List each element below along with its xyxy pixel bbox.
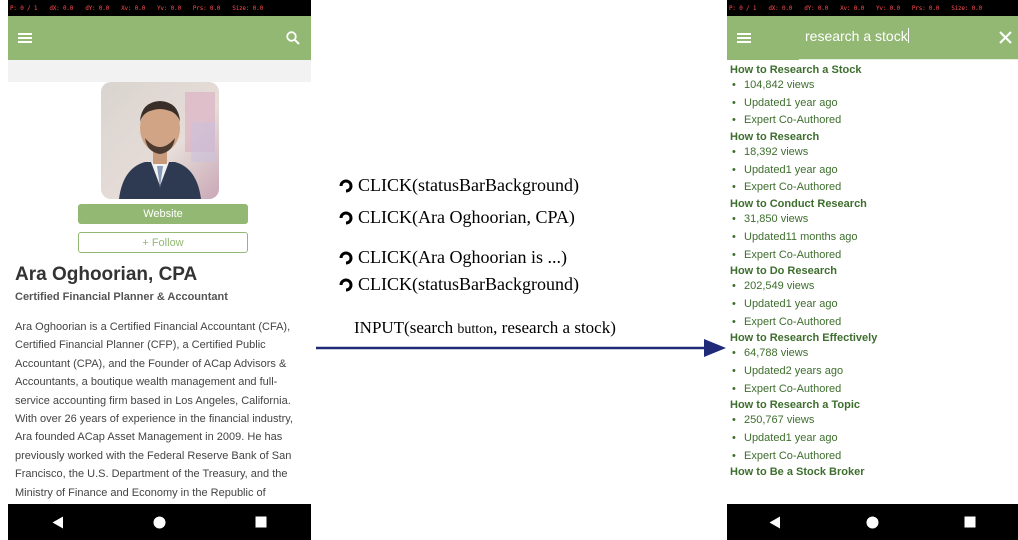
- result-views: 250,767 views: [730, 412, 1015, 430]
- app-bar: [8, 16, 311, 60]
- transition-arrow-icon: [316, 339, 726, 357]
- search-input[interactable]: research a stock: [805, 28, 909, 44]
- result-title[interactable]: How to Conduct Research: [730, 197, 1015, 211]
- action-item: CLICK(statusBarBackground): [338, 274, 579, 295]
- hamburger-icon[interactable]: [737, 33, 751, 43]
- profile-bio[interactable]: Ara Oghoorian is a Certified Financial A…: [15, 318, 309, 520]
- search-underline: [799, 59, 1018, 60]
- result-updated: Updated1 year ago: [730, 430, 1015, 448]
- hamburger-icon[interactable]: [18, 33, 32, 43]
- result-updated: Updated2 years ago: [730, 363, 1015, 381]
- result-title[interactable]: How to Research a Stock: [730, 63, 1015, 77]
- status-bar[interactable]: P: 0 / 1 dX: 0.0 dY: 0.0 Xv: 0.0 Yv: 0.0 Prs:…: [727, 0, 1018, 16]
- profile-title: Certified Financial Planner & Accountant: [15, 291, 228, 303]
- home-circle-icon[interactable]: [153, 516, 166, 529]
- home-circle-icon[interactable]: [866, 516, 879, 529]
- input-action-label: INPUT(search button, research a stock): [354, 318, 616, 337]
- back-triangle-icon[interactable]: [769, 516, 781, 529]
- back-triangle-icon[interactable]: [52, 516, 64, 529]
- result-badge: Expert Co-Authored: [730, 314, 1015, 332]
- list-item[interactable]: How to Research Effectively 64,788 views…: [730, 331, 1015, 398]
- result-badge: Expert Co-Authored: [730, 179, 1015, 197]
- result-views: 31,850 views: [730, 211, 1015, 229]
- list-item[interactable]: How to Be a Stock Broker: [730, 465, 1015, 479]
- list-item[interactable]: How to Research a Topic 250,767 views Up…: [730, 398, 1015, 465]
- recents-square-icon[interactable]: [255, 516, 267, 528]
- navigation-bar: [8, 504, 311, 540]
- app-bar: research a stock: [727, 16, 1018, 60]
- result-title[interactable]: How to Research Effectively: [730, 331, 1015, 345]
- list-item[interactable]: How to Research a Stock 104,842 views Up…: [730, 63, 1015, 130]
- follow-button[interactable]: + Follow: [78, 232, 248, 253]
- result-updated: Updated1 year ago: [730, 296, 1015, 314]
- click-action-icon: [339, 211, 353, 224]
- result-title[interactable]: How to Research: [730, 130, 1015, 144]
- search-icon[interactable]: [286, 31, 300, 45]
- list-item[interactable]: How to Conduct Research 31,850 views Upd…: [730, 197, 1015, 264]
- result-views: 104,842 views: [730, 77, 1015, 95]
- click-action-icon: [339, 251, 353, 264]
- avatar: [101, 82, 219, 199]
- list-item[interactable]: How to Do Research 202,549 views Updated…: [730, 264, 1015, 331]
- click-action-icon: [339, 278, 353, 291]
- header-spacer: [8, 60, 311, 82]
- result-badge: Expert Co-Authored: [730, 247, 1015, 265]
- result-updated: Updated11 months ago: [730, 229, 1015, 247]
- action-item: CLICK(statusBarBackground): [338, 175, 579, 196]
- right-screen: P: 0 / 1 dX: 0.0 dY: 0.0 Xv: 0.0 Yv: 0.0 Prs:…: [727, 0, 1018, 540]
- search-results-list: How to Research a Stock 104,842 views Up…: [730, 63, 1015, 479]
- result-views: 64,788 views: [730, 345, 1015, 363]
- click-action-icon: [339, 179, 353, 192]
- website-button[interactable]: Website: [78, 204, 248, 224]
- recents-square-icon[interactable]: [964, 516, 976, 528]
- result-badge: Expert Co-Authored: [730, 112, 1015, 130]
- status-bar[interactable]: P: 0 / 1 dX: 0.0 dY: 0.0 Xv: 0.0 Yv: 0.0 Prs:…: [8, 0, 311, 16]
- text-caret: [907, 28, 909, 43]
- result-updated: Updated1 year ago: [730, 162, 1015, 180]
- result-views: 18,392 views: [730, 144, 1015, 162]
- result-badge: Expert Co-Authored: [730, 381, 1015, 399]
- left-screen: P: 0 / 1 dX: 0.0 dY: 0.0 Xv: 0.0 Yv: 0.0 Prs:…: [8, 0, 311, 540]
- result-updated: Updated1 year ago: [730, 95, 1015, 113]
- action-item: CLICK(Ara Oghoorian is ...): [338, 247, 567, 268]
- result-title[interactable]: How to Be a Stock Broker: [730, 465, 1015, 479]
- result-title[interactable]: How to Research a Topic: [730, 398, 1015, 412]
- profile-name[interactable]: Ara Oghoorian, CPA: [15, 264, 197, 286]
- action-item: CLICK(Ara Oghoorian, CPA): [338, 207, 575, 228]
- result-title[interactable]: How to Do Research: [730, 264, 1015, 278]
- pointer-debug-readout: P: 0 / 1 dX: 0.0 dY: 0.0 Xv: 0.0 Yv: 0.0 Prs:…: [10, 4, 263, 12]
- result-views: 202,549 views: [730, 278, 1015, 296]
- navigation-bar: [727, 504, 1018, 540]
- list-item[interactable]: How to Research 18,392 views Updated1 ye…: [730, 130, 1015, 197]
- pointer-debug-readout: P: 0 / 1 dX: 0.0 dY: 0.0 Xv: 0.0 Yv: 0.0 Prs:…: [729, 4, 982, 12]
- result-badge: Expert Co-Authored: [730, 448, 1015, 466]
- close-icon[interactable]: [999, 31, 1012, 44]
